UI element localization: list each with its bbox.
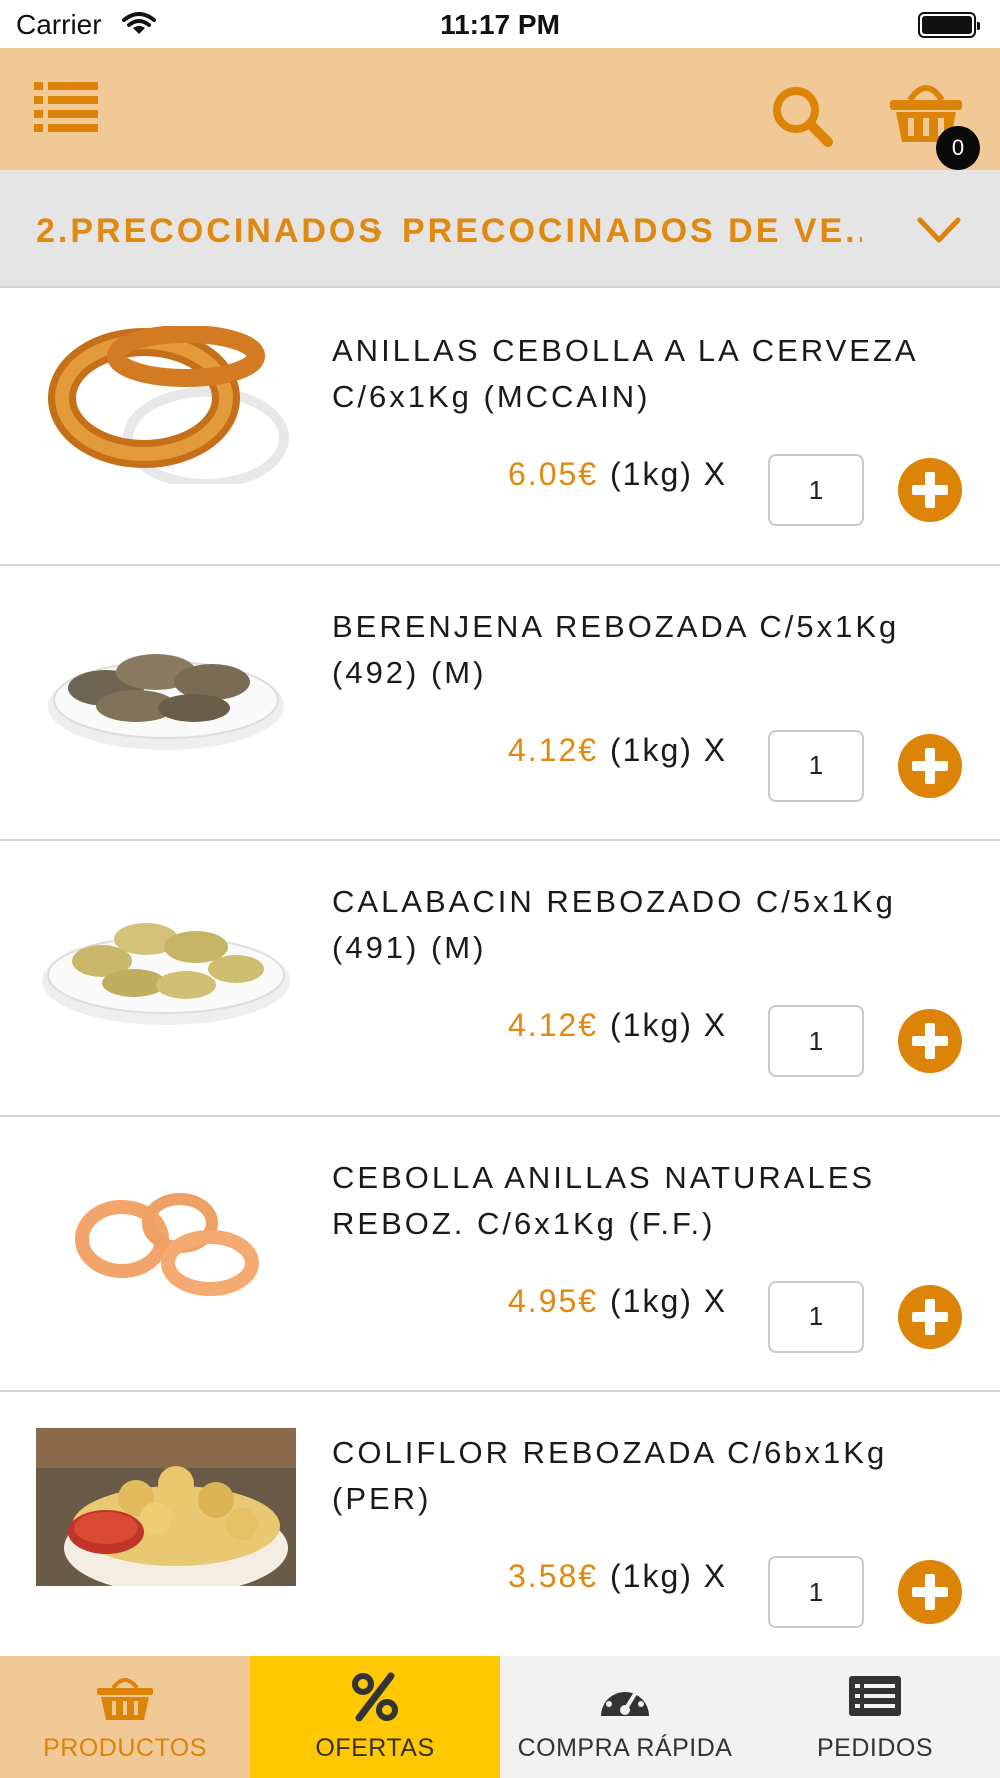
tab-pedidos[interactable]: PEDIDOS [750,1656,1000,1778]
product-price: 4.12€ [508,731,599,768]
product-unit: (1kg) X [610,1007,728,1043]
breadcrumb-separator: › [372,212,383,248]
tab-label: COMPRA RÁPIDA [517,1734,733,1762]
chevron-down-icon[interactable] [916,210,962,250]
cart-count-badge: 0 [936,126,980,170]
product-name[interactable]: CALABACIN REBOZADO C/5x1Kg (491) (M) [332,879,972,971]
tab-label: OFERTAS [315,1734,435,1762]
tab-label: PRODUCTOS [43,1734,207,1762]
product-name[interactable]: ANILLAS CEBOLLA A LA CERVEZA C/6x1Kg (MC… [332,328,972,420]
product-price: 3.58€ [508,1558,599,1594]
quantity-input[interactable] [768,729,864,802]
product-image[interactable] [36,1152,296,1311]
add-to-cart-plus-icon[interactable] [898,1284,962,1349]
breadcrumb-subcategory[interactable]: PRECOCINADOS DE VE... [402,212,862,251]
app-header: 0 [0,48,1000,170]
product-name[interactable]: CEBOLLA ANILLAS NATURALES REBOZ. C/6x1Kg… [332,1155,972,1247]
tab-label: PEDIDOS [816,1734,934,1762]
add-to-cart-plus-icon[interactable] [898,733,962,798]
add-to-cart-plus-icon[interactable] [898,458,962,522]
product-image[interactable] [36,1428,296,1586]
status-bar: Carrier 11:17 PM [0,0,1000,48]
product-name[interactable]: COLIFLOR REBOZADA C/6bx1Kg (PER) [332,1430,972,1522]
product-row[interactable]: CEBOLLA ANILLAS NATURALES REBOZ. C/6x1Kg… [0,1116,1000,1392]
add-to-cart-plus-icon[interactable] [898,1560,962,1624]
breadcrumb-category[interactable]: 2.PRECOCINADOS [36,212,384,251]
bottom-tab-bar: PRODUCTOS OFERTAS COMPRA RÁPIDA PEDIDOS [0,1656,1000,1778]
list-menu-icon[interactable] [34,78,98,134]
product-row[interactable]: BERENJENA REBOZADA C/5x1Kg (492) (M) 4.1… [0,565,1000,841]
product-row[interactable]: CALABACIN REBOZADO C/5x1Kg (491) (M) 4.1… [0,841,1000,1117]
speedometer-icon [601,1681,649,1716]
product-row[interactable]: ANILLAS CEBOLLA A LA CERVEZA C/6x1Kg (MC… [0,290,1000,566]
product-image[interactable] [36,877,296,1035]
breadcrumb[interactable]: 2.PRECOCINADOS › PRECOCINADOS DE VE... [0,170,1000,288]
product-unit: (1kg) X [610,1282,728,1319]
tab-productos[interactable]: PRODUCTOS [0,1656,250,1778]
quantity-input[interactable] [768,1556,864,1628]
battery-icon [918,12,980,38]
list-icon [849,1676,901,1716]
product-unit: (1kg) X [610,456,728,492]
tab-compra-rapida[interactable]: COMPRA RÁPIDA [500,1656,750,1778]
quantity-input[interactable] [768,1005,864,1077]
search-icon[interactable] [770,84,834,148]
product-price: 4.95€ [508,1282,599,1319]
product-list: ANILLAS CEBOLLA A LA CERVEZA C/6x1Kg (MC… [0,290,1000,1668]
product-unit: (1kg) X [610,731,728,768]
percent-icon [352,1672,398,1722]
basket-icon [97,1678,153,1720]
product-row[interactable]: COLIFLOR REBOZADA C/6bx1Kg (PER) 3.58€ (… [0,1392,1000,1668]
tab-ofertas[interactable]: OFERTAS [250,1656,500,1778]
quantity-input[interactable] [768,1280,864,1353]
status-time: 11:17 PM [440,9,560,40]
product-price: 6.05€ [508,456,599,492]
product-name[interactable]: BERENJENA REBOZADA C/5x1Kg (492) (M) [332,604,972,696]
add-to-cart-plus-icon[interactable] [898,1009,962,1073]
product-price: 4.12€ [508,1007,599,1043]
product-image[interactable] [36,601,296,760]
quantity-input[interactable] [768,454,864,526]
product-image[interactable] [36,326,296,484]
product-unit: (1kg) X [610,1558,728,1594]
